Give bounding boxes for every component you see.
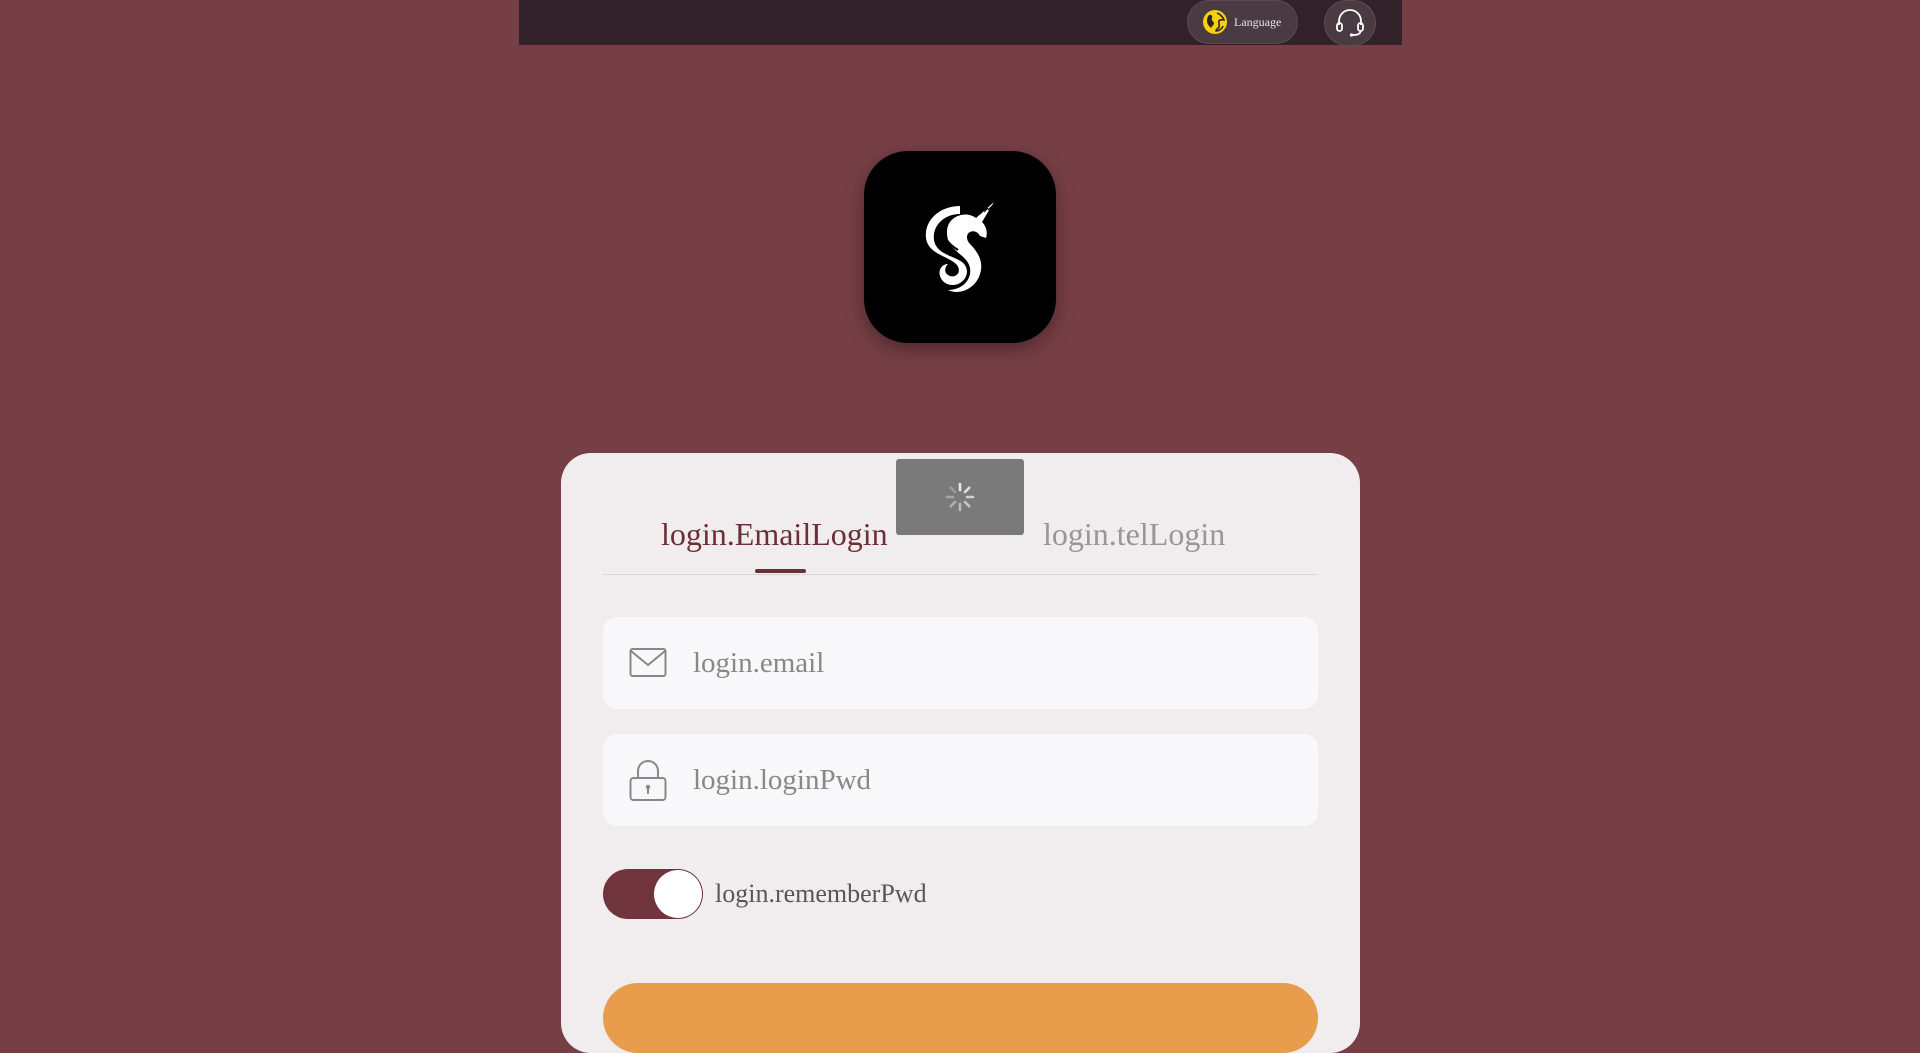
app-logo <box>864 151 1056 343</box>
tab-tel-login[interactable]: login.telLogin <box>1043 516 1225 553</box>
remember-password-toggle[interactable] <box>603 869 703 919</box>
headset-icon <box>1336 9 1364 37</box>
remember-password-label: login.rememberPwd <box>715 879 927 908</box>
globe-icon <box>1203 10 1227 34</box>
language-button[interactable]: Language <box>1187 0 1298 44</box>
password-field <box>603 734 1318 826</box>
login-card: login.EmailLogin login.telLogin login.re… <box>561 453 1360 1053</box>
unicorn-s-logo <box>925 202 994 293</box>
login-button[interactable] <box>603 983 1318 1053</box>
spinner-icon <box>945 482 975 512</box>
email-field <box>603 617 1318 709</box>
language-label: Language <box>1234 14 1282 29</box>
customer-support-button[interactable] <box>1324 0 1376 46</box>
loading-toast <box>896 459 1024 535</box>
password-input[interactable] <box>691 762 1255 798</box>
envelope-icon <box>629 648 667 677</box>
active-tab-indicator <box>755 569 806 573</box>
tab-email-login[interactable]: login.EmailLogin <box>661 516 888 553</box>
lock-icon <box>629 760 667 801</box>
toggle-knob <box>654 870 702 918</box>
remember-password-row: login.rememberPwd <box>603 868 927 920</box>
email-input[interactable] <box>691 645 1255 681</box>
